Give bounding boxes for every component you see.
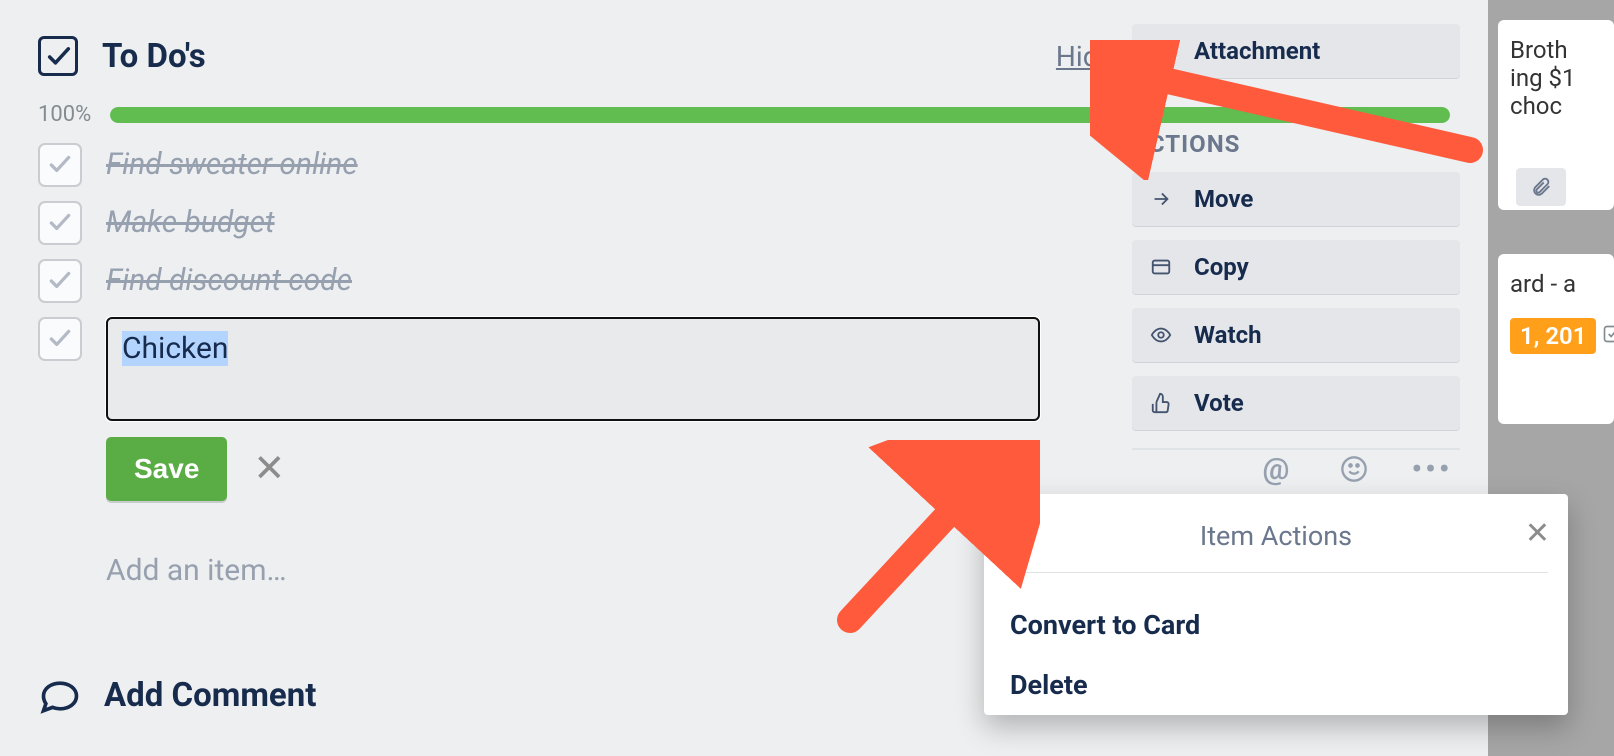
card-text: choc bbox=[1510, 92, 1602, 120]
checklist-icon bbox=[38, 36, 78, 76]
card-sidebar: Attachment ACTIONS Move Copy Watch Vote bbox=[1132, 10, 1460, 450]
board-card: Broth ing $1 choc bbox=[1498, 20, 1614, 210]
save-button[interactable]: Save bbox=[106, 437, 227, 501]
sidebar-button-label: Copy bbox=[1194, 253, 1249, 281]
sidebar-button-label: Attachment bbox=[1194, 37, 1320, 65]
checklist-item-label[interactable]: Find sweater online bbox=[106, 143, 358, 182]
move-button[interactable]: Move bbox=[1132, 172, 1460, 226]
checklist-item-label[interactable]: Make budget bbox=[106, 201, 275, 240]
actions-heading: ACTIONS bbox=[1132, 130, 1460, 158]
board-card: ard - a 1, 201 2/11 bbox=[1498, 254, 1614, 424]
checkbox[interactable] bbox=[38, 201, 82, 245]
checkbox[interactable] bbox=[38, 317, 82, 361]
mention-icon[interactable]: @ bbox=[1258, 451, 1294, 487]
item-actions-popover: Item Actions ✕ Convert to Card Delete bbox=[984, 494, 1568, 715]
checklist-badge: 2/11 bbox=[1602, 320, 1614, 348]
checkbox[interactable] bbox=[38, 259, 82, 303]
vote-button[interactable]: Vote bbox=[1132, 376, 1460, 430]
sidebar-button-label: Watch bbox=[1194, 321, 1262, 349]
eye-icon bbox=[1150, 324, 1178, 346]
sidebar-button-label: Move bbox=[1194, 185, 1253, 213]
checklist-item-label[interactable]: Find discount code bbox=[106, 259, 352, 298]
progress-percent: 100% bbox=[38, 102, 110, 127]
close-icon[interactable]: ✕ bbox=[253, 450, 285, 488]
popover-title: Item Actions bbox=[1200, 520, 1352, 552]
convert-to-card-option[interactable]: Convert to Card bbox=[984, 595, 1568, 655]
arrow-right-icon bbox=[1150, 188, 1178, 210]
due-date-label: 1, 201 bbox=[1510, 318, 1596, 354]
copy-button[interactable]: Copy bbox=[1132, 240, 1460, 294]
emoji-icon[interactable] bbox=[1336, 451, 1372, 487]
delete-item-option[interactable]: Delete bbox=[984, 655, 1568, 715]
checklist-title[interactable]: To Do's bbox=[102, 37, 206, 76]
comment-icon bbox=[38, 677, 82, 715]
watch-button[interactable]: Watch bbox=[1132, 308, 1460, 362]
paperclip-icon bbox=[1150, 40, 1178, 62]
card-text: ing $1 bbox=[1510, 64, 1602, 92]
close-icon[interactable]: ✕ bbox=[1525, 516, 1550, 551]
card-icon bbox=[1150, 256, 1178, 278]
paperclip-icon bbox=[1516, 168, 1566, 206]
attachment-button[interactable]: Attachment bbox=[1132, 24, 1460, 78]
checklist-item-input[interactable] bbox=[106, 317, 1040, 421]
card-text: Broth bbox=[1510, 36, 1602, 64]
checkbox[interactable] bbox=[38, 143, 82, 187]
card-text: ard - a bbox=[1510, 270, 1602, 298]
add-comment-title: Add Comment bbox=[104, 676, 316, 715]
divider bbox=[1132, 448, 1460, 450]
sidebar-button-label: Vote bbox=[1194, 389, 1244, 417]
thumb-up-icon bbox=[1150, 392, 1178, 414]
more-icon[interactable]: ••• bbox=[1414, 451, 1450, 487]
